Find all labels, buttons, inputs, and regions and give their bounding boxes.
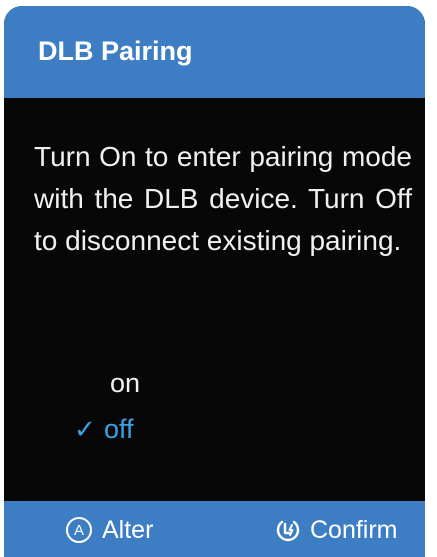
alter-button[interactable]: A Alter — [66, 513, 153, 547]
option-off[interactable]: ✓ off — [74, 414, 134, 445]
alter-label: Alter — [102, 515, 154, 544]
option-on-label: on — [110, 368, 141, 398]
header-bar: DLB Pairing — [4, 6, 425, 98]
power-lightning-icon — [276, 520, 300, 542]
screen: DLB Pairing Turn On to enter pairing mod… — [4, 6, 425, 557]
footer-bar: A Alter Confirm — [4, 501, 425, 557]
confirm-button[interactable]: Confirm — [274, 513, 398, 547]
check-icon: ✓ — [74, 414, 96, 444]
a-circle-icon: A — [66, 517, 92, 543]
option-on[interactable]: on — [110, 368, 140, 399]
description-text: Turn On to enter pairing mode with the D… — [34, 141, 412, 256]
page-title: DLB Pairing — [38, 36, 193, 66]
confirm-label: Confirm — [310, 515, 398, 544]
option-off-label: off — [104, 414, 134, 444]
device-frame: DLB Pairing Turn On to enter pairing mod… — [0, 0, 437, 557]
